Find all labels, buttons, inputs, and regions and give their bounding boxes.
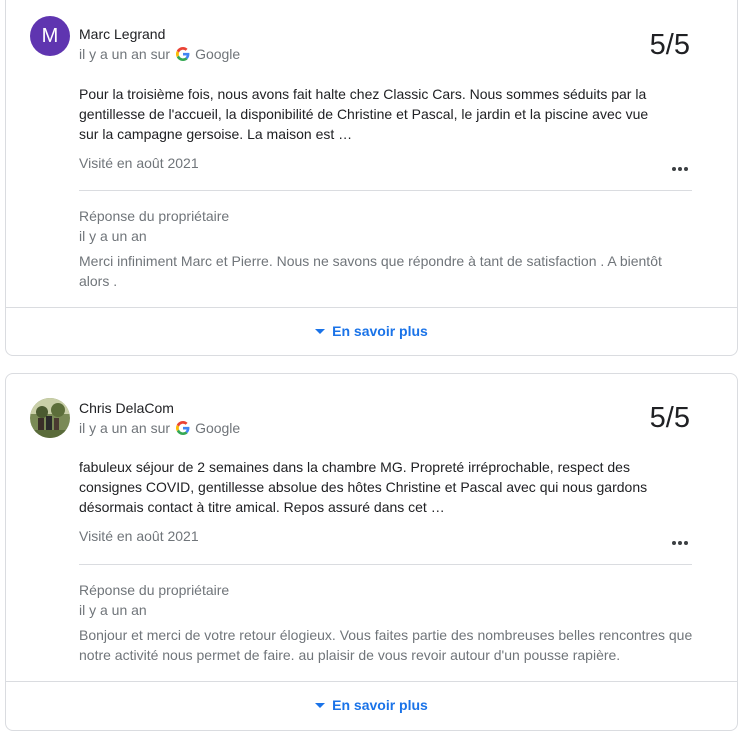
owner-response-label: Réponse du propriétaire: [79, 582, 230, 598]
owner-response-label: Réponse du propriétaire: [79, 208, 230, 224]
review-meta: il y a un an sur Google: [79, 420, 240, 436]
google-g-icon: [176, 421, 190, 435]
learn-more-label: En savoir plus: [332, 323, 428, 339]
review-time: il y a un an sur: [79, 420, 171, 436]
avatar[interactable]: [30, 398, 70, 438]
learn-more-label: En savoir plus: [332, 697, 428, 713]
owner-response-time: il y a un an: [79, 602, 147, 618]
visit-date: Visité en août 2021: [79, 528, 199, 544]
review-source: Google: [195, 46, 241, 62]
more-horiz-icon[interactable]: [672, 541, 688, 545]
divider: [6, 307, 737, 308]
owner-response-text: Bonjour et merci de votre retour élogieu…: [79, 627, 693, 663]
review-score: 5/5: [649, 29, 690, 61]
google-g-icon: [176, 47, 190, 61]
review-source: Google: [195, 420, 241, 436]
reviewer-name[interactable]: Marc Legrand: [79, 26, 165, 42]
review-meta: il y a un an sur Google: [79, 46, 240, 62]
divider: [79, 564, 692, 565]
avatar[interactable]: M: [30, 16, 70, 56]
review-text: fabuleux séjour de 2 semaines dans la ch…: [79, 459, 648, 515]
caret-down-icon: [315, 328, 326, 334]
learn-more-button[interactable]: En savoir plus: [6, 323, 737, 339]
review-text: Pour la troisième fois, nous avons fait …: [79, 86, 649, 142]
owner-response-time: il y a un an: [79, 228, 147, 244]
learn-more-button[interactable]: En savoir plus: [6, 697, 737, 713]
caret-down-icon: [315, 702, 326, 708]
reviewer-name[interactable]: Chris DelaCom: [79, 400, 174, 416]
divider: [6, 681, 737, 682]
review-score: 5/5: [649, 402, 690, 434]
more-horiz-icon[interactable]: [672, 167, 688, 171]
avatar-photo: [30, 398, 70, 438]
review-time: il y a un an sur: [79, 46, 171, 62]
owner-response-text: Merci infiniment Marc et Pierre. Nous ne…: [79, 253, 662, 289]
divider: [79, 190, 692, 191]
review-card: M Marc Legrand il y a un an sur Google 5…: [5, 0, 738, 356]
review-card: Chris DelaCom il y a un an sur Google 5/…: [5, 373, 738, 731]
visit-date: Visité en août 2021: [79, 155, 199, 171]
